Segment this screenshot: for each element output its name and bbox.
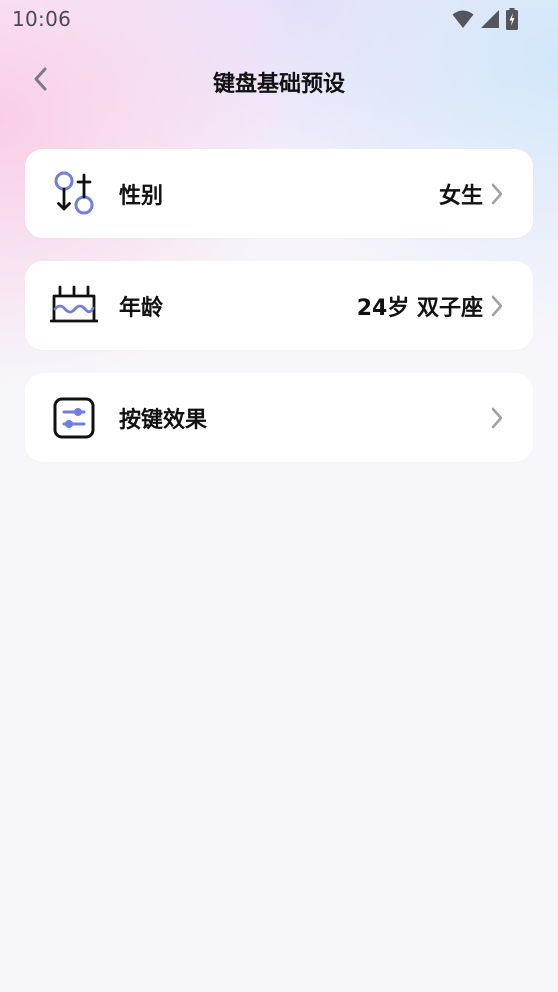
sliders-icon xyxy=(49,393,99,443)
nav-bar: 键盘基础预设 xyxy=(0,56,558,106)
gender-setting-card[interactable]: 性别 女生 xyxy=(25,149,533,238)
age-label: 年龄 xyxy=(119,296,164,321)
battery-charging-icon xyxy=(506,8,518,34)
key-effect-label: 按键效果 xyxy=(119,408,208,433)
status-icons xyxy=(452,8,518,34)
chevron-right-icon xyxy=(489,406,505,430)
page-title: 键盘基础预设 xyxy=(212,72,345,97)
status-bar: 10:06 xyxy=(0,0,558,38)
gender-value: 女生 xyxy=(438,184,483,209)
status-time: 10:06 xyxy=(12,7,72,31)
gender-icon xyxy=(49,169,99,219)
gender-label: 性别 xyxy=(119,184,164,209)
signal-icon xyxy=(480,9,500,33)
chevron-right-icon xyxy=(489,182,505,206)
age-setting-card[interactable]: 年龄 24岁 双子座 xyxy=(25,261,533,350)
key-effect-setting-card[interactable]: 按键效果 xyxy=(25,373,533,462)
chevron-right-icon xyxy=(489,294,505,318)
wifi-icon xyxy=(452,9,474,33)
birthday-cake-icon xyxy=(49,281,99,331)
age-value: 24岁 双子座 xyxy=(356,296,483,321)
